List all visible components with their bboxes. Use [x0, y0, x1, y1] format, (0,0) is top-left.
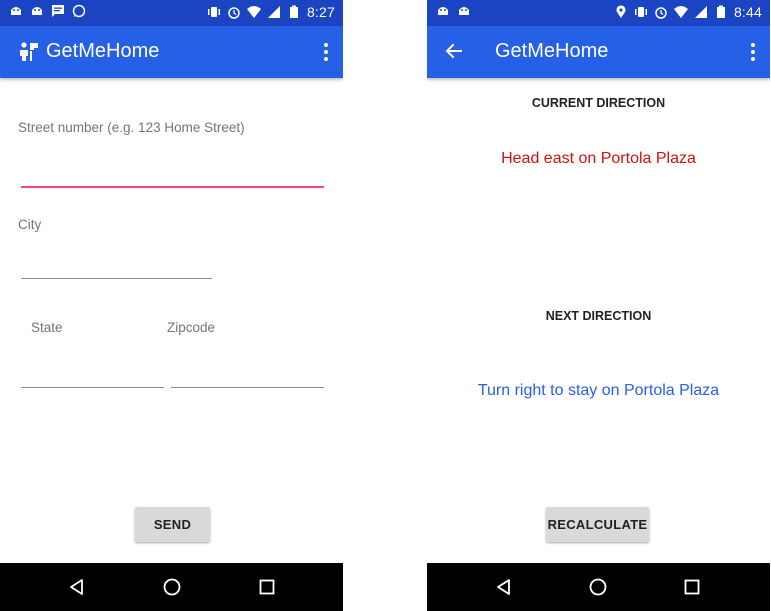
recalculate-button[interactable]: RECALCULATE	[546, 507, 649, 542]
signal-icon	[694, 6, 707, 18]
status-time: 8:27	[306, 4, 335, 20]
back-icon[interactable]	[67, 577, 87, 597]
status-bar: 8:27	[0, 0, 343, 26]
wifi-icon	[673, 6, 688, 18]
city-label: City	[18, 217, 42, 232]
android-icon	[32, 7, 42, 15]
back-icon[interactable]	[494, 577, 514, 597]
recents-icon[interactable]	[682, 577, 702, 597]
city-underline	[21, 278, 212, 279]
recents-icon[interactable]	[257, 577, 277, 597]
navigation-bar	[427, 563, 770, 611]
alarm-icon	[655, 7, 667, 19]
app-title: GetMeHome	[495, 40, 609, 62]
home-icon[interactable]	[162, 577, 182, 597]
home-user-icon	[20, 42, 38, 61]
state-underline	[21, 387, 164, 388]
zipcode-input[interactable]	[171, 354, 324, 387]
app-title: GetMeHome	[46, 40, 160, 62]
message-icon	[52, 5, 64, 17]
directions-screen: 8:44 GetMeHome CURRENT DIRECTION Head ea…	[427, 0, 770, 611]
home-icon[interactable]	[588, 577, 608, 597]
state-input[interactable]	[21, 354, 164, 387]
street-underline	[21, 186, 324, 188]
android-icon	[11, 7, 21, 15]
current-direction-heading: CURRENT DIRECTION	[531, 96, 666, 110]
next-direction-text: Turn right to stay on Portola Plaza	[477, 382, 720, 399]
vibrate-icon	[634, 7, 647, 17]
street-input[interactable]	[21, 150, 324, 188]
arrow-back-icon[interactable]	[443, 40, 465, 62]
alarm-icon	[228, 7, 240, 19]
more-vert-icon[interactable]	[323, 42, 329, 62]
city-input[interactable]	[21, 245, 212, 278]
state-label: State	[31, 320, 63, 335]
navigation-bar	[0, 563, 343, 611]
app-bar: GetMeHome	[427, 26, 770, 78]
form-screen: 8:27 GetMeHome Street number (e.g. 123 H…	[0, 0, 343, 611]
vibrate-icon	[207, 7, 220, 17]
app-bar: GetMeHome	[0, 26, 343, 78]
wifi-icon	[246, 6, 261, 18]
current-direction-text: Head east on Portola Plaza	[501, 150, 696, 167]
zipcode-label: Zipcode	[167, 320, 216, 335]
zipcode-underline	[171, 387, 324, 388]
signal-icon	[267, 6, 280, 18]
next-direction-heading: NEXT DIRECTION	[545, 309, 652, 323]
location-icon	[616, 5, 626, 18]
more-vert-icon[interactable]	[750, 42, 756, 62]
battery-icon	[716, 5, 725, 18]
whatsapp-icon	[72, 4, 86, 18]
status-time: 8:44	[733, 4, 762, 20]
battery-icon	[289, 5, 298, 18]
android-icon	[438, 7, 448, 15]
status-bar: 8:44	[427, 0, 770, 26]
android-icon	[459, 7, 469, 15]
send-button[interactable]: SEND	[135, 507, 210, 542]
street-label: Street number (e.g. 123 Home Street)	[18, 120, 245, 135]
